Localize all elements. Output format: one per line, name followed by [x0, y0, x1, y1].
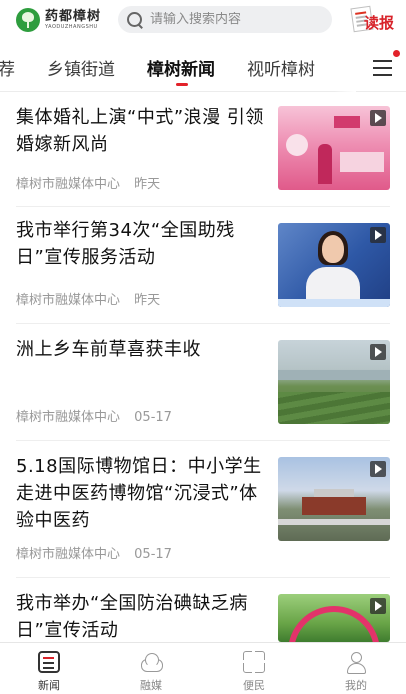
app-logo[interactable]: 药都樟树 YAODUZHANGSHU	[16, 6, 108, 34]
news-thumbnail	[278, 223, 390, 307]
top-header: 药都樟树 YAODUZHANGSHU 读报	[0, 0, 406, 40]
search-icon	[126, 11, 144, 29]
active-tab-indicator	[176, 83, 188, 86]
nav-label: 我的	[345, 679, 367, 692]
news-meta: 樟树市融媒体中心 昨天	[16, 289, 170, 308]
news-item[interactable]: 集体婚礼上演“中式”浪漫 引领婚嫁新风尚 樟树市融媒体中心 昨天	[0, 92, 406, 210]
news-meta: 樟树市融媒体中心 昨天	[16, 173, 170, 192]
nav-media[interactable]: 融媒	[121, 651, 181, 693]
news-thumbnail	[278, 457, 390, 541]
read-paper-button[interactable]: 读报	[350, 4, 396, 36]
news-item[interactable]: 洲上乡车前草喜获丰收 樟树市融媒体中心 05-17	[0, 324, 406, 442]
news-source: 樟树市融媒体中心	[16, 293, 121, 308]
news-title: 我市举办“全国防治碘缺乏病日”宣传活动	[16, 593, 248, 641]
news-title: 集体婚礼上演“中式”浪漫 引领婚嫁新风尚	[16, 107, 264, 155]
read-paper-label: 读报	[364, 14, 395, 32]
news-item[interactable]: 我市举办“全国防治碘缺乏病日”宣传活动	[0, 578, 406, 644]
news-item[interactable]: 我市举行第34次“全国助残日”宣传服务活动 樟树市融媒体中心 昨天	[0, 207, 406, 325]
menu-icon	[373, 60, 392, 62]
user-icon	[345, 651, 367, 674]
news-title: 5.18国际博物馆日：中小学生走进中医药博物馆“沉浸式”体验中医药	[16, 456, 262, 531]
news-title: 洲上乡车前草喜获丰收	[16, 339, 201, 360]
news-time: 昨天	[134, 293, 161, 308]
news-time: 昨天	[134, 177, 161, 192]
play-icon	[370, 344, 386, 360]
news-source: 樟树市融媒体中心	[16, 547, 121, 562]
tab-zhangshu-news[interactable]: 樟树新闻	[147, 55, 215, 80]
nav-label: 融媒	[140, 679, 162, 692]
news-meta: 樟树市融媒体中心 05-17	[16, 406, 182, 425]
news-time: 05-17	[134, 547, 172, 562]
news-thumbnail	[278, 594, 390, 642]
bottom-navigation: 新闻 融媒 便民 我的	[0, 642, 406, 694]
news-thumbnail	[278, 106, 390, 190]
play-icon	[370, 598, 386, 614]
tab-recommend[interactable]: 荐	[0, 55, 15, 80]
news-title: 我市举行第34次“全国助残日”宣传服务活动	[16, 220, 235, 268]
news-icon	[38, 651, 60, 673]
tab-audiovisual[interactable]: 视听樟树	[247, 55, 315, 80]
news-time: 05-17	[134, 410, 172, 425]
nav-profile[interactable]: 我的	[326, 651, 386, 693]
news-thumbnail	[278, 340, 390, 424]
nav-label: 新闻	[38, 679, 60, 692]
news-source: 樟树市融媒体中心	[16, 177, 121, 192]
search-input[interactable]	[150, 12, 320, 27]
cloud-icon	[140, 651, 163, 673]
channel-menu-button[interactable]	[364, 50, 400, 82]
news-meta: 樟树市融媒体中心 05-17	[16, 543, 182, 562]
grid-icon	[242, 650, 265, 673]
logo-subtitle: YAODUZHANGSHU	[45, 24, 98, 30]
nav-label: 便民	[243, 679, 265, 692]
tab-towns-streets[interactable]: 乡镇街道	[47, 55, 115, 80]
search-bar[interactable]	[118, 6, 332, 33]
play-icon	[370, 461, 386, 477]
nav-services[interactable]: 便民	[224, 650, 284, 693]
news-source: 樟树市融媒体中心	[16, 410, 121, 425]
channel-tabs: 荐 乡镇街道 樟树新闻 视听樟树	[0, 40, 406, 92]
nav-news[interactable]: 新闻	[19, 651, 79, 693]
play-icon	[370, 227, 386, 243]
logo-title: 药都樟树	[45, 9, 102, 24]
tree-logo-icon	[16, 8, 40, 32]
notification-dot	[393, 50, 400, 57]
play-icon	[370, 110, 386, 126]
news-item[interactable]: 5.18国际博物馆日：中小学生走进中医药博物馆“沉浸式”体验中医药 樟树市融媒体…	[0, 441, 406, 579]
